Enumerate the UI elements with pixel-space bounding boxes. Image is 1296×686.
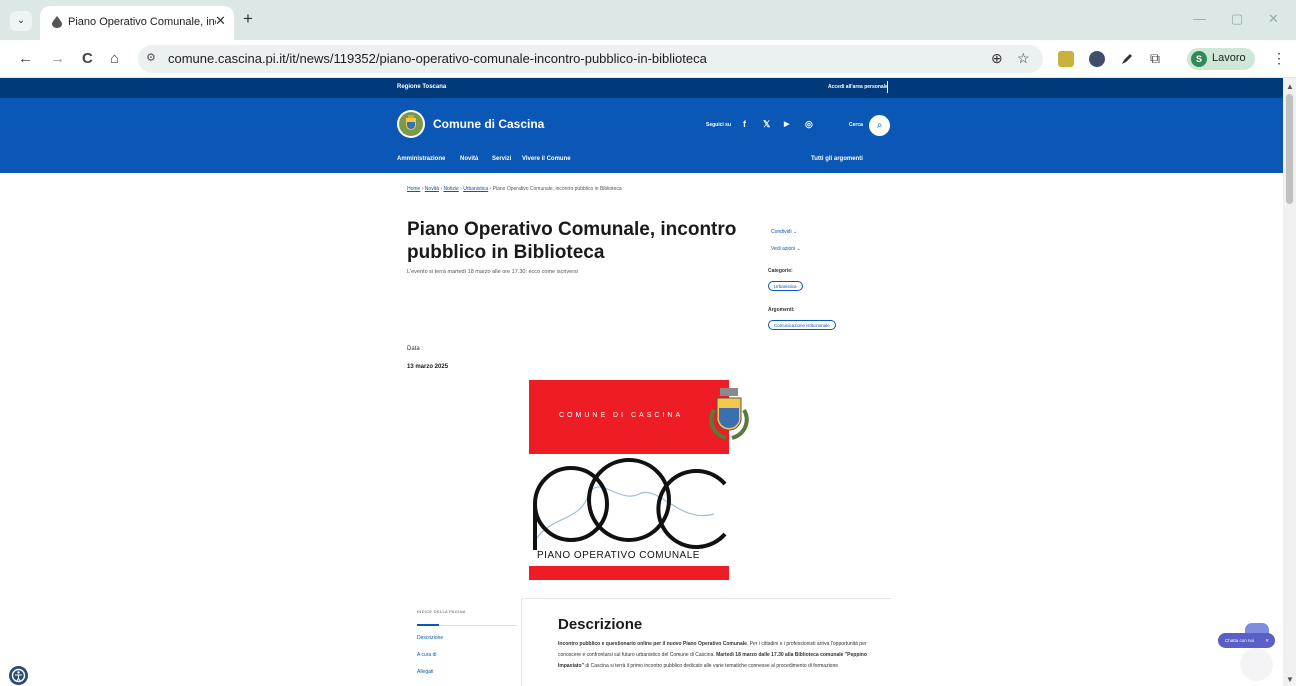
- browser-tab-bar: ⌄ Piano Operativo Comunale, inc ✕ + — ▢ …: [0, 0, 1296, 40]
- progress-bar: [417, 624, 439, 626]
- poc-poster-image: COMUNE DI CASCINA PIANO OPERATIVO COMUNA…: [529, 380, 749, 580]
- toc-descrizione[interactable]: Descrizione: [417, 635, 443, 641]
- url-text[interactable]: comune.cascina.pi.it/it/news/119352/pian…: [168, 51, 707, 66]
- nav-novita[interactable]: Novità: [460, 156, 478, 162]
- browser-toolbar: ← → C ⌂ ⚙ comune.cascina.pi.it/it/news/1…: [0, 40, 1296, 78]
- nav-servizi[interactable]: Servizi: [492, 156, 511, 162]
- chat-label: Chatta con noi: [1225, 638, 1255, 643]
- date-value: 13 marzo 2025: [407, 364, 449, 370]
- region-link[interactable]: Regione Toscana: [397, 84, 446, 90]
- close-window-button[interactable]: ✕: [1268, 11, 1279, 27]
- categories-label: Categorie:: [768, 268, 793, 274]
- divider: [439, 625, 517, 626]
- breadcrumb-separator: ›: [460, 186, 462, 192]
- extension-2-icon[interactable]: [1089, 51, 1105, 67]
- search-icon[interactable]: ⌕: [869, 115, 890, 136]
- browser-menu-icon[interactable]: ⋮: [1272, 50, 1286, 67]
- breadcrumb-current: Piano Operativo Comunale, incontro pubbl…: [492, 186, 622, 192]
- social-label: Seguici su: [706, 122, 732, 128]
- chat-close-icon[interactable]: ✕: [1265, 633, 1269, 648]
- site-name[interactable]: Comune di Cascina: [433, 117, 544, 131]
- forward-icon[interactable]: →: [50, 50, 65, 67]
- share-dropdown[interactable]: Condividi ⌄: [771, 229, 797, 235]
- institution-strip: Regione Toscana Accedi all'area personal…: [0, 78, 1283, 98]
- profile-avatar: S: [1191, 51, 1207, 67]
- profile-button[interactable]: S Lavoro: [1187, 48, 1255, 70]
- youtube-icon[interactable]: ▶: [784, 120, 789, 128]
- coat-of-arms-icon: [399, 112, 423, 136]
- divider: [522, 598, 891, 599]
- tab-title: Piano Operativo Comunale, inc: [68, 16, 216, 28]
- new-tab-button[interactable]: +: [243, 9, 253, 29]
- page-index: INDICE DELLA PAGINA Descrizione A cura d…: [407, 598, 522, 686]
- topics-label: Argomenti:: [768, 307, 795, 313]
- date-label: Data :: [407, 346, 424, 352]
- article-subtitle: L'evento si terrà martedì 18 marzo alle …: [407, 269, 579, 275]
- site-info-icon[interactable]: ⚙: [146, 51, 156, 64]
- scrollbar-thumb[interactable]: [1286, 94, 1293, 204]
- personal-area-link[interactable]: Accedi all'area personale: [828, 84, 888, 90]
- topic-chip[interactable]: Comunicazione istituzionale: [768, 320, 836, 330]
- scroll-down-icon[interactable]: ▼: [1286, 675, 1294, 684]
- scroll-up-icon[interactable]: ▲: [1286, 82, 1294, 91]
- zoom-icon[interactable]: ⊕: [991, 50, 1003, 67]
- description-body: Incontro pubblico e questionario online …: [558, 639, 880, 672]
- page-scrollbar[interactable]: ▲ ▼: [1283, 78, 1296, 686]
- municipality-logo[interactable]: [397, 110, 425, 138]
- breadcrumb-urbanistica[interactable]: Urbanistica: [463, 186, 488, 192]
- tab-close-icon[interactable]: ✕: [215, 13, 226, 29]
- breadcrumb-separator: ›: [421, 186, 424, 192]
- extension-1-icon[interactable]: [1058, 51, 1074, 67]
- browser-tab[interactable]: Piano Operativo Comunale, inc ✕: [40, 6, 234, 40]
- accessibility-button[interactable]: [9, 666, 28, 685]
- actions-dropdown[interactable]: Vedi azioni ⌄: [771, 246, 801, 252]
- description-bold-1: Incontro pubblico e questionario online …: [558, 641, 747, 647]
- all-topics-link[interactable]: Tutti gli argomenti: [811, 156, 863, 162]
- description-text-2: di Cascina si terrà il primo incontro pu…: [584, 663, 839, 669]
- breadcrumb-separator: ›: [440, 186, 443, 192]
- instagram-icon[interactable]: ◎: [805, 119, 813, 130]
- x-twitter-icon[interactable]: 𝕏: [763, 119, 770, 130]
- toc-a-cura-di[interactable]: A cura di: [417, 652, 436, 658]
- page-index-title: INDICE DELLA PAGINA: [417, 609, 466, 614]
- site-favicon-icon: [52, 16, 62, 28]
- poster-caption: PIANO OPERATIVO COMUNALE: [537, 550, 700, 561]
- profile-label: Lavoro: [1212, 52, 1246, 64]
- address-bar[interactable]: ⚙ comune.cascina.pi.it/it/news/119352/pi…: [138, 45, 1043, 73]
- web-page: Regione Toscana Accedi all'area personal…: [0, 78, 1283, 686]
- search-label: Cerca: [849, 122, 863, 128]
- poc-logo-graphic: [532, 458, 727, 550]
- page-title: Piano Operativo Comunale, incontro pubbl…: [407, 219, 737, 263]
- site-header: Comune di Cascina Seguici su f 𝕏 ▶ ◎ Cer…: [0, 98, 1283, 173]
- toc-allegati[interactable]: Allegati: [417, 669, 433, 675]
- pen-extension-icon[interactable]: [1119, 51, 1135, 67]
- category-chip[interactable]: Urbanistica: [768, 281, 803, 291]
- description-title: Descrizione: [558, 616, 643, 633]
- breadcrumb-novita[interactable]: Novità: [425, 186, 439, 192]
- back-icon[interactable]: ←: [18, 50, 33, 67]
- breadcrumb-separator: ›: [489, 186, 492, 192]
- breadcrumb: Home › Novità › Notizie › Urbanistica › …: [407, 186, 622, 192]
- breadcrumb-notizie[interactable]: Notizie: [443, 186, 458, 192]
- reload-icon[interactable]: C: [82, 50, 93, 67]
- nav-amministrazione[interactable]: Amministrazione: [397, 156, 445, 162]
- poster-red-footer: [529, 566, 729, 580]
- facebook-icon[interactable]: f: [743, 119, 746, 129]
- breadcrumb-home[interactable]: Home: [407, 186, 420, 192]
- chat-button[interactable]: Chatta con noi ✕: [1218, 633, 1275, 648]
- tab-list-button[interactable]: ⌄: [10, 11, 32, 31]
- maximize-button[interactable]: ▢: [1231, 11, 1243, 27]
- poster-header: COMUNE DI CASCINA: [559, 412, 684, 419]
- bookmark-star-icon[interactable]: ☆: [1017, 50, 1030, 67]
- minimize-button[interactable]: —: [1193, 11, 1206, 26]
- nav-vivere-il-comune[interactable]: Vivere il Comune: [522, 156, 571, 162]
- accessibility-icon: [11, 668, 26, 683]
- crest-icon: [709, 388, 749, 440]
- extensions-puzzle-icon[interactable]: ⧉: [1150, 50, 1160, 67]
- home-icon[interactable]: ⌂: [110, 50, 119, 67]
- divider: [887, 81, 888, 93]
- chat-avatar[interactable]: [1240, 648, 1273, 681]
